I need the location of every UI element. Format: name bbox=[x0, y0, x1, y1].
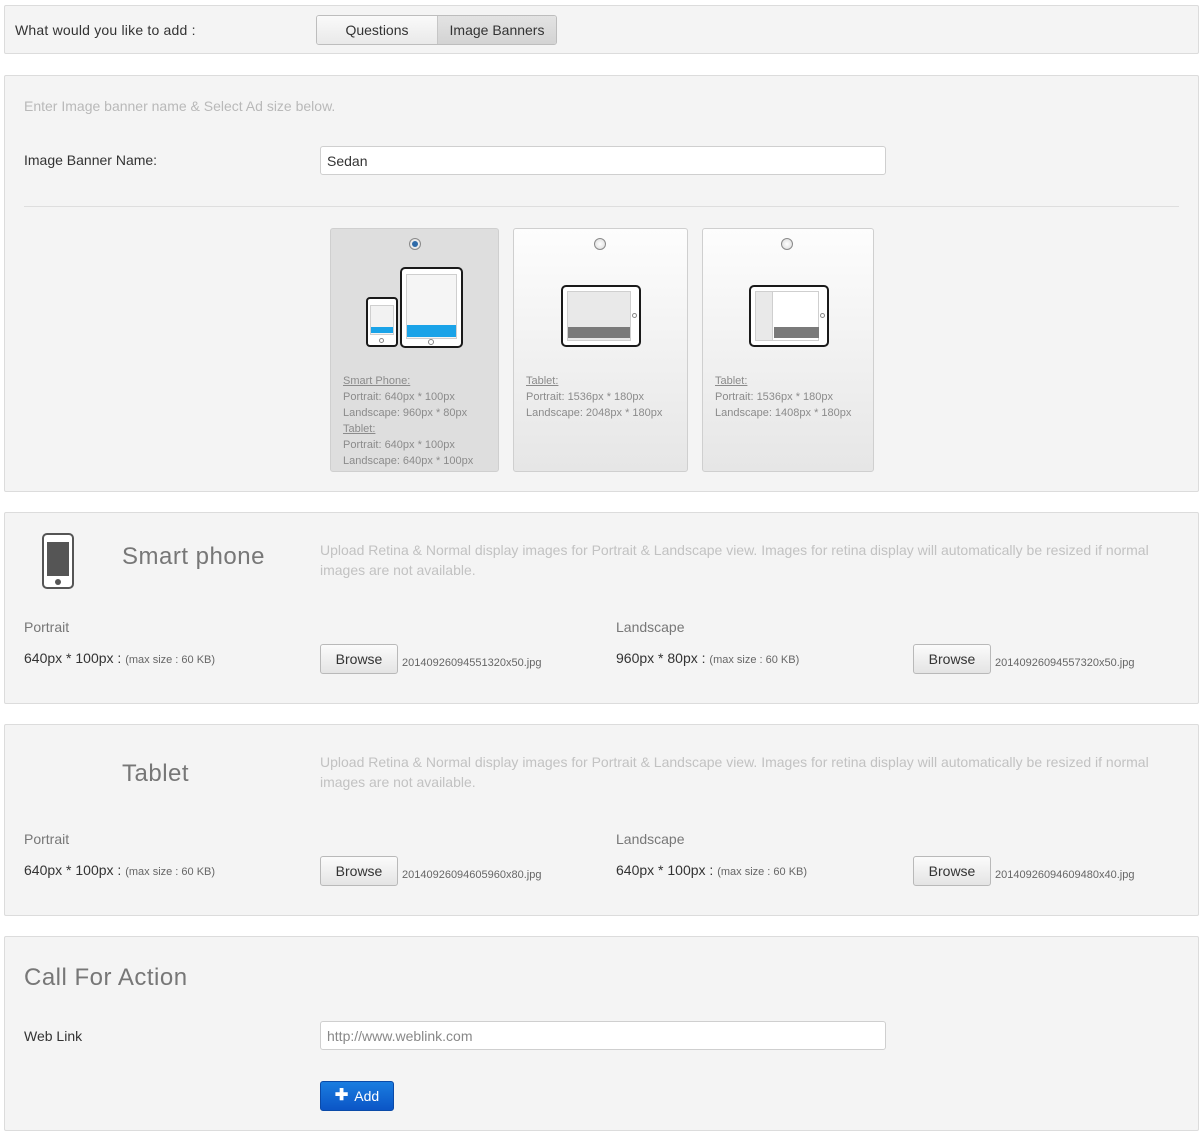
banner-hint-text: Enter Image banner name & Select Ad size… bbox=[24, 98, 336, 114]
ad-size-card-tablet-partial[interactable]: Tablet: Portrait: 1536px * 180px Landsca… bbox=[702, 228, 874, 472]
call-for-action-panel: Call For Action Web Link ✚ Add bbox=[4, 936, 1199, 1131]
phone-portrait-filename: 20140926094551320x50.jpg bbox=[402, 657, 542, 669]
web-link-label: Web Link bbox=[24, 1028, 83, 1044]
spec-line: Landscape: 960px * 80px bbox=[343, 407, 468, 419]
phone-portrait-browse-button[interactable]: Browse bbox=[320, 644, 398, 674]
tablet-portrait-device-icon bbox=[400, 267, 463, 348]
banner-details-panel: Enter Image banner name & Select Ad size… bbox=[4, 75, 1199, 492]
landscape-dimensions: 960px * 80px : (max size : 60 KB) bbox=[616, 650, 800, 666]
smartphone-device-icon bbox=[366, 297, 398, 347]
banner-name-label: Image Banner Name: bbox=[24, 152, 158, 168]
content-type-panel: What would you like to add : Questions I… bbox=[4, 5, 1199, 54]
spec-line: Portrait: 1536px * 180px bbox=[715, 391, 834, 403]
tablet-landscape-browse-button[interactable]: Browse bbox=[913, 856, 991, 886]
image-banners-option-button[interactable]: Image Banners bbox=[438, 16, 556, 44]
ad-size-specs-2: Tablet: Portrait: 1536px * 180px Landsca… bbox=[526, 373, 662, 421]
questions-option-button[interactable]: Questions bbox=[317, 16, 438, 44]
tablet-landscape-device-icon bbox=[749, 285, 829, 347]
tablet-section-title: Tablet bbox=[122, 760, 190, 787]
spec-line: Tablet: bbox=[526, 375, 559, 387]
smartphone-section-title: Smart phone bbox=[122, 543, 265, 570]
ad-size-radio-3[interactable] bbox=[781, 238, 793, 250]
landscape-label: Landscape bbox=[616, 619, 685, 635]
tablet-portrait-filename: 20140926094605960x80.jpg bbox=[402, 869, 542, 881]
section-divider bbox=[24, 206, 1179, 207]
portrait-dimensions: 640px * 100px : (max size : 60 KB) bbox=[24, 862, 216, 878]
ad-size-card-phone-tablet[interactable]: Smart Phone: Portrait: 640px * 100px Lan… bbox=[330, 228, 499, 472]
spec-line: Landscape: 640px * 100px bbox=[343, 455, 474, 467]
tablet-landscape-device-icon bbox=[561, 285, 641, 347]
spec-line: Portrait: 640px * 100px bbox=[343, 391, 455, 403]
banner-name-input[interactable] bbox=[320, 146, 886, 175]
landscape-label: Landscape bbox=[616, 831, 685, 847]
spec-line: Tablet: bbox=[715, 375, 748, 387]
spec-line: Tablet: bbox=[343, 423, 376, 435]
tablet-section-description: Upload Retina & Normal display images fo… bbox=[320, 754, 1149, 790]
tablet-landscape-filename: 20140926094609480x40.jpg bbox=[995, 869, 1135, 881]
landscape-dimensions: 640px * 100px : (max size : 60 KB) bbox=[616, 862, 808, 878]
spec-line: Smart Phone: bbox=[343, 375, 411, 387]
tablet-upload-panel: Tablet Upload Retina & Normal display im… bbox=[4, 724, 1199, 916]
smartphone-section-description: Upload Retina & Normal display images fo… bbox=[320, 542, 1149, 578]
spec-line: Portrait: 640px * 100px bbox=[343, 439, 455, 451]
smartphone-icon bbox=[42, 533, 74, 589]
spec-line: Portrait: 1536px * 180px bbox=[526, 391, 645, 403]
portrait-label: Portrait bbox=[24, 619, 70, 635]
ad-size-specs-1: Smart Phone: Portrait: 640px * 100px Lan… bbox=[343, 373, 473, 469]
ad-size-specs-3: Tablet: Portrait: 1536px * 180px Landsca… bbox=[715, 373, 851, 421]
plus-icon: ✚ bbox=[334, 1087, 349, 1104]
tablet-portrait-browse-button[interactable]: Browse bbox=[320, 856, 398, 886]
phone-landscape-filename: 20140926094557320x50.jpg bbox=[995, 657, 1135, 669]
portrait-label: Portrait bbox=[24, 831, 70, 847]
ad-size-card-tablet-wide[interactable]: Tablet: Portrait: 1536px * 180px Landsca… bbox=[513, 228, 688, 472]
web-link-input[interactable] bbox=[320, 1021, 886, 1050]
spec-line: Landscape: 2048px * 180px bbox=[526, 407, 663, 419]
ad-size-radio-2[interactable] bbox=[594, 238, 606, 250]
phone-landscape-browse-button[interactable]: Browse bbox=[913, 644, 991, 674]
ad-size-radio-1[interactable] bbox=[409, 238, 421, 250]
smartphone-upload-panel: Smart phone Upload Retina & Normal displ… bbox=[4, 512, 1199, 704]
content-type-question: What would you like to add : bbox=[15, 22, 196, 38]
content-type-segmented-control: Questions Image Banners bbox=[316, 15, 557, 45]
add-button[interactable]: ✚ Add bbox=[320, 1081, 394, 1111]
call-for-action-title: Call For Action bbox=[24, 964, 188, 991]
portrait-dimensions: 640px * 100px : (max size : 60 KB) bbox=[24, 650, 216, 666]
add-button-label: Add bbox=[354, 1088, 380, 1104]
spec-line: Landscape: 1408px * 180px bbox=[715, 407, 852, 419]
